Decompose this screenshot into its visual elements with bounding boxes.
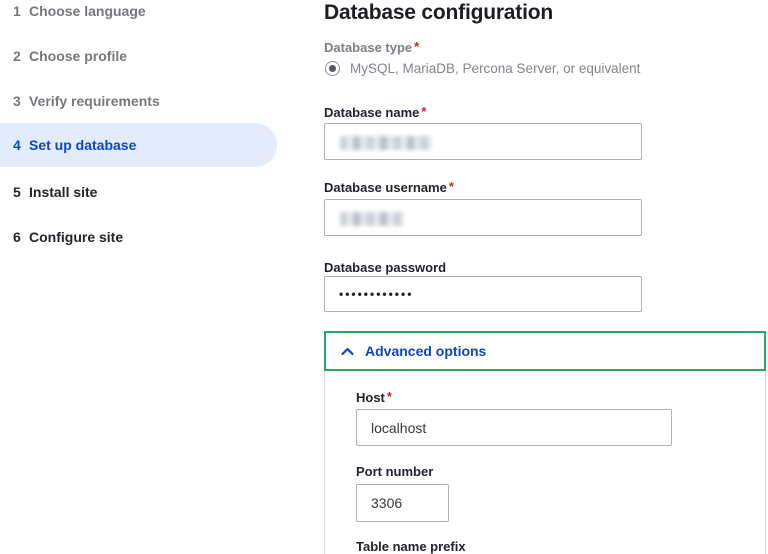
- step-number: 1: [13, 3, 21, 19]
- page-title: Database configuration: [324, 1, 553, 24]
- required-marker: *: [448, 179, 454, 194]
- radio-selected-icon[interactable]: [325, 61, 340, 76]
- step-label: Install site: [29, 184, 98, 200]
- chevron-up-icon: [341, 347, 354, 356]
- port-number-input[interactable]: [356, 484, 449, 522]
- step-number: 6: [13, 229, 21, 245]
- database-username-label: Database username *: [324, 179, 454, 195]
- table-name-prefix-label: Table name prefix: [356, 539, 466, 554]
- step-number: 5: [13, 184, 21, 200]
- required-marker: *: [421, 104, 427, 119]
- step-label: Verify requirements: [29, 93, 160, 109]
- required-marker: *: [386, 389, 392, 404]
- sidebar-step-set-up-database-active: 4 Set up database: [0, 123, 277, 167]
- database-name-input[interactable]: [324, 123, 642, 160]
- advanced-options-toggle[interactable]: Advanced options: [324, 331, 766, 371]
- step-number: 2: [13, 48, 21, 64]
- database-type-label: Database type *: [324, 39, 420, 55]
- sidebar-step-configure-site: 6 Configure site: [0, 225, 277, 249]
- database-username-input[interactable]: [324, 199, 642, 236]
- required-marker: *: [414, 39, 420, 54]
- redacted-value: [340, 136, 432, 150]
- advanced-options-panel: Host* Port number Table name prefix: [324, 371, 766, 554]
- advanced-options-label: Advanced options: [365, 343, 487, 359]
- step-label: Choose profile: [29, 48, 128, 64]
- installer-steps-sidebar: 1 Choose language 2 Choose profile 3 Ver…: [0, 0, 300, 554]
- step-number: 3: [13, 93, 21, 109]
- sidebar-step-install-site: 5 Install site: [0, 180, 277, 204]
- step-label: Choose language: [29, 3, 146, 19]
- sidebar-step-verify-requirements: 3 Verify requirements: [0, 89, 277, 113]
- database-name-label: Database name *: [324, 104, 427, 120]
- step-label: Configure site: [29, 229, 124, 245]
- host-label: Host *: [356, 389, 392, 405]
- sidebar-step-choose-language: 1 Choose language: [0, 0, 277, 23]
- port-number-label: Port number: [356, 464, 434, 479]
- database-password-label: Database password: [324, 260, 447, 275]
- database-type-option-mysql[interactable]: MySQL, MariaDB, Percona Server, or equiv…: [325, 61, 640, 76]
- step-number: 4: [13, 137, 21, 153]
- redacted-value: [340, 212, 404, 226]
- host-input[interactable]: [356, 409, 672, 446]
- database-type-option-label: MySQL, MariaDB, Percona Server, or equiv…: [350, 61, 641, 76]
- step-label: Set up database: [29, 137, 137, 153]
- database-configuration-form: Database configuration Database type * My…: [324, 0, 766, 554]
- database-password-input[interactable]: ••••••••••••: [324, 276, 642, 312]
- sidebar-step-choose-profile: 2 Choose profile: [0, 44, 277, 68]
- password-masked-value: ••••••••••••: [339, 287, 414, 301]
